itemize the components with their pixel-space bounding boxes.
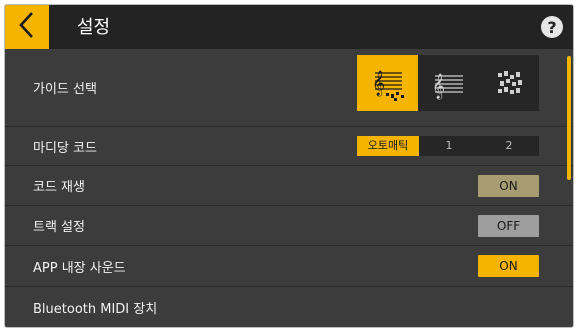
bluetooth-midi-label: Bluetooth MIDI 장치 — [33, 301, 158, 317]
blocks-icon — [497, 71, 522, 94]
guide-select-label: 가이드 선택 — [33, 82, 97, 97]
row-chords-per-measure: 마디당 코드 오토매틱 1 2 — [5, 127, 573, 166]
row-chord-playback: 코드 재생 ON — [5, 166, 573, 206]
row-bluetooth-midi[interactable]: Bluetooth MIDI 장치 — [5, 287, 573, 327]
help-button[interactable]: ? — [541, 16, 563, 38]
page-title: 설정 — [77, 17, 111, 38]
header-bar: 설정 ? — [5, 5, 573, 49]
chords-per-measure-label: 마디당 코드 — [33, 140, 97, 156]
row-app-sound: APP 내장 사운드 ON — [5, 246, 573, 287]
chord-playback-toggle[interactable]: ON — [478, 175, 539, 197]
chevron-left-icon — [17, 11, 37, 43]
app-sound-label: APP 내장 사운드 — [33, 260, 126, 276]
app-sound-toggle[interactable]: ON — [478, 255, 539, 277]
staff-icon: 𝄞 — [432, 73, 463, 99]
chords-per-measure-selector: 오토매틱 1 2 — [357, 136, 539, 156]
row-track-setting: 트랙 설정 OFF — [5, 206, 573, 246]
back-button[interactable] — [5, 5, 49, 49]
guide-option-staff-blocks[interactable]: 𝄞 — [357, 55, 418, 111]
guide-select-group: 𝄞 𝄞 — [357, 55, 539, 111]
scrollbar[interactable] — [567, 56, 571, 180]
settings-window: 설정 ? 가이드 선택 𝄞 𝄞 마디당 코드 오토매틱 1 2 코드 재생 ON… — [4, 4, 574, 328]
chord-playback-label: 코드 재생 — [33, 180, 85, 195]
guide-option-staff[interactable]: 𝄞 — [418, 55, 479, 111]
staff-with-blocks-icon: 𝄞 — [372, 70, 404, 101]
settings-list: 가이드 선택 𝄞 𝄞 마디당 코드 오토매틱 1 2 코드 재생 ON 트랙 설… — [5, 49, 573, 327]
option-1[interactable]: 1 — [419, 136, 479, 156]
option-2[interactable]: 2 — [479, 136, 539, 156]
track-setting-label: 트랙 설정 — [33, 220, 85, 235]
option-automatic[interactable]: 오토매틱 — [357, 136, 419, 156]
row-guide-select: 가이드 선택 𝄞 𝄞 — [5, 49, 573, 127]
track-setting-toggle[interactable]: OFF — [478, 215, 539, 237]
guide-option-blocks[interactable] — [479, 55, 540, 111]
svg-text:𝄞: 𝄞 — [432, 73, 445, 99]
svg-text:𝄞: 𝄞 — [372, 70, 385, 96]
